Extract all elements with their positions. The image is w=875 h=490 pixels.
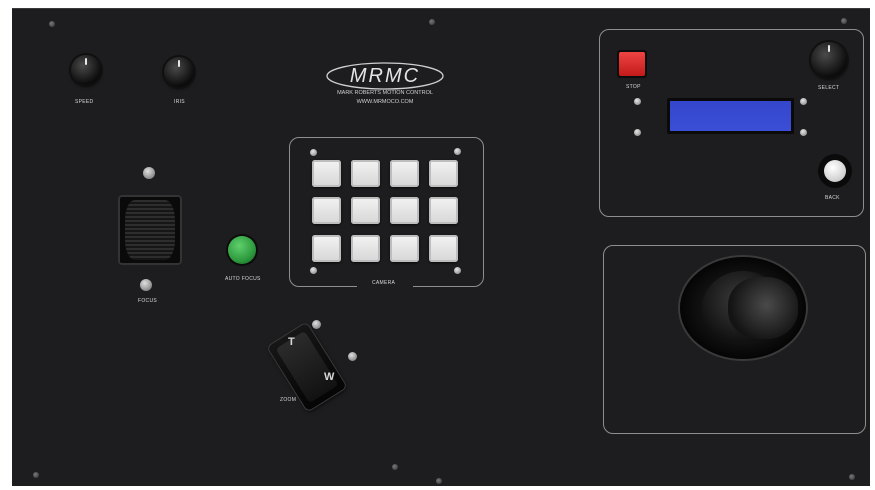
zoom-tele-label: T [288,336,295,348]
screw [436,478,442,484]
screw [392,464,398,470]
camera-key-8[interactable] [429,197,458,224]
camera-label: CAMERA [372,280,396,286]
screw [429,19,435,25]
select-label: SELECT [818,85,840,91]
zoom-wide-label: W [324,371,335,383]
speed-knob[interactable] [71,55,101,85]
zoom-rocker-face [275,330,339,404]
stop-button-cap [619,52,645,76]
focus-wheel[interactable] [118,195,182,265]
back-button[interactable] [818,154,852,188]
camera-key-12[interactable] [429,235,458,262]
screw [849,474,855,480]
camera-key-9[interactable] [312,235,341,262]
joystick-handle [728,277,798,339]
camera-key-10[interactable] [351,235,380,262]
camera-key-3[interactable] [390,160,419,187]
keypad-screw [310,267,317,274]
joystick[interactable] [680,257,806,359]
focus-stud-top [143,167,155,179]
control-panel: SPEED IRIS MRMC MARK ROBERTS MOTION CONT… [12,8,870,486]
stop-label: STOP [626,84,641,90]
camera-key-5[interactable] [312,197,341,224]
speed-label: SPEED [75,99,94,105]
menu-softkey-bottom-left[interactable] [634,129,641,136]
logo-text: MRMC [349,65,421,87]
iris-knob[interactable] [164,57,194,87]
camera-key-11[interactable] [390,235,419,262]
screw [841,18,847,24]
menu-softkey-top-left[interactable] [634,98,641,105]
iris-label: IRIS [174,99,185,105]
select-knob[interactable] [811,42,847,78]
lcd-display [667,98,794,134]
zoom-stud [312,320,321,329]
stop-button[interactable] [617,50,647,78]
keypad-screw [454,148,461,155]
camera-key-4[interactable] [429,160,458,187]
mrmc-logo: MRMC MARK ROBERTS MOTION CONTROL WWW.MRM… [324,59,446,119]
camera-key-2[interactable] [351,160,380,187]
focus-stud-bottom [140,279,152,291]
zoom-label: ZOOM [280,397,297,403]
camera-key-1[interactable] [312,160,341,187]
keypad-screw [454,267,461,274]
focus-wheel-grip [125,200,175,260]
back-label: BACK [825,195,840,201]
auto-focus-button[interactable] [228,236,256,264]
camera-key-6[interactable] [351,197,380,224]
keypad-screw [310,149,317,156]
focus-label: FOCUS [138,298,157,304]
logo-company: MARK ROBERTS MOTION CONTROL [337,90,433,96]
lcd-screen [670,101,791,131]
camera-key-7[interactable] [390,197,419,224]
auto-focus-label: AUTO FOCUS [225,276,261,282]
menu-softkey-bottom-right[interactable] [800,129,807,136]
screw [33,472,39,478]
screw [49,21,55,27]
back-button-cap [824,160,846,182]
logo-url: WWW.MRMOCO.COM [356,99,414,105]
zoom-stud [348,352,357,361]
menu-softkey-top-right[interactable] [800,98,807,105]
